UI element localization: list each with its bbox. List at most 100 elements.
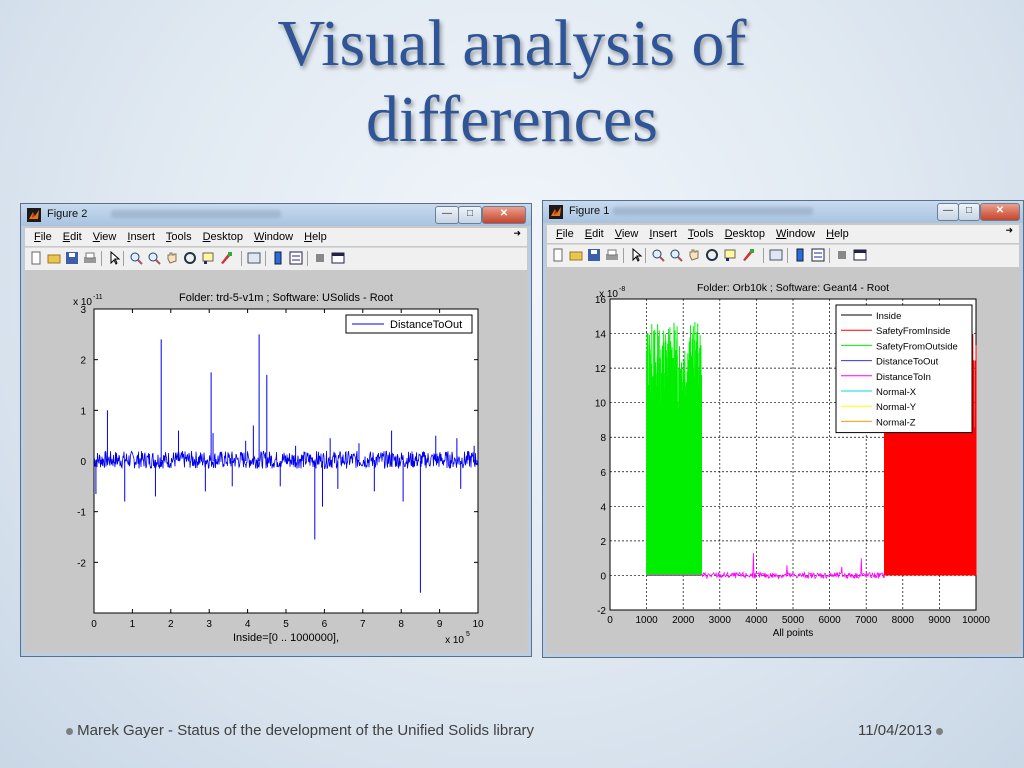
pointer-icon[interactable]	[629, 248, 643, 262]
window-titlebar[interactable]: Figure 1 — □ ✕	[543, 201, 1023, 223]
toolbar-separator	[645, 248, 646, 263]
hide-plot-tools-icon[interactable]	[835, 248, 849, 262]
maximize-button[interactable]: □	[958, 203, 980, 221]
y-tick-label: 0	[600, 571, 606, 582]
y-tick-label: -1	[77, 508, 86, 519]
y-tick-label: 2	[80, 356, 86, 367]
pan-icon[interactable]	[687, 248, 701, 262]
figure-window-2[interactable]: Figure 2 — □ ✕ File Edit View Insert Tools De…	[20, 203, 532, 657]
legend-label: DistanceToOut	[876, 357, 939, 368]
legend-box	[835, 304, 973, 434]
link-plot-icon[interactable]	[769, 248, 783, 262]
data-cursor-icon[interactable]	[723, 248, 737, 262]
matlab-icon	[27, 208, 41, 222]
y-tick-label: 6	[600, 468, 606, 479]
legend-icon[interactable]	[811, 248, 825, 262]
legend-label: SafetyFromInside	[876, 326, 950, 337]
hide-plot-tools-icon[interactable]	[313, 251, 327, 265]
blurred-tab-text	[613, 207, 813, 215]
menu-file[interactable]: File	[556, 225, 574, 243]
menu-insert[interactable]: Insert	[649, 225, 677, 243]
brush-icon[interactable]	[741, 248, 755, 262]
menu-help[interactable]: Help	[304, 228, 327, 246]
close-button[interactable]: ✕	[482, 206, 526, 224]
dock-arrow-icon[interactable]: ➜	[513, 228, 521, 239]
figure-window-1[interactable]: Figure 1 — □ ✕ File Edit View Insert Tools De…	[542, 200, 1024, 658]
menu-window[interactable]: Window	[776, 225, 815, 243]
legend-label: Normal-Y	[876, 402, 917, 413]
link-plot-icon[interactable]	[247, 251, 261, 265]
save-icon[interactable]	[587, 248, 601, 262]
minimize-button[interactable]: —	[937, 203, 959, 221]
save-icon[interactable]	[65, 251, 79, 265]
figure-toolbar	[547, 244, 1019, 268]
maximize-button[interactable]: □	[458, 206, 482, 224]
brush-icon[interactable]	[219, 251, 233, 265]
print-icon[interactable]	[83, 251, 97, 265]
y-multiplier-exp: -8	[619, 286, 625, 293]
new-file-icon[interactable]	[29, 251, 43, 265]
menu-help[interactable]: Help	[826, 225, 849, 243]
menu-window[interactable]: Window	[254, 228, 293, 246]
menu-tools[interactable]: Tools	[688, 225, 714, 243]
menu-tools[interactable]: Tools	[166, 228, 192, 246]
data-cursor-icon[interactable]	[201, 251, 215, 265]
series-line-safety-from-outside	[646, 322, 702, 576]
colorbar-icon[interactable]	[271, 251, 285, 265]
dock-arrow-icon[interactable]: ➜	[1005, 225, 1013, 236]
zoom-in-icon[interactable]	[651, 248, 665, 262]
show-plot-tools-icon[interactable]	[853, 248, 867, 262]
footer-right: 11/04/2013	[858, 722, 944, 739]
y-tick-label: 16	[595, 295, 607, 306]
x-tick-label: 8	[398, 619, 404, 630]
x-tick-label: 10	[472, 619, 484, 630]
x-tick-label: 4	[245, 619, 251, 630]
legend-icon[interactable]	[289, 251, 303, 265]
chart-title: Folder: trd-5-v1m ; Software: USolids - …	[179, 292, 393, 304]
menu-desktop[interactable]: Desktop	[203, 228, 243, 246]
x-axis-label: Inside=[0 .. 1000000],	[233, 632, 339, 644]
menu-edit[interactable]: Edit	[585, 225, 604, 243]
x-multiplier-exp: 5	[466, 631, 470, 638]
rotate-icon[interactable]	[183, 251, 197, 265]
y-tick-label: 8	[600, 433, 606, 444]
chart-right: Folder: Orb10k ; Software: Geant4 - Root…	[595, 282, 990, 639]
bullet-icon	[66, 727, 73, 735]
blurred-tab-text	[111, 210, 281, 218]
colorbar-icon[interactable]	[793, 248, 807, 262]
show-plot-tools-icon[interactable]	[331, 251, 345, 265]
open-folder-icon[interactable]	[47, 251, 61, 265]
menu-view[interactable]: View	[615, 225, 639, 243]
print-icon[interactable]	[605, 248, 619, 262]
x-tick-label: 0	[607, 615, 613, 626]
y-tick-label: 10	[595, 399, 607, 410]
y-tick-label: 3	[80, 305, 86, 316]
menu-bar: File Edit View Insert Tools Desktop Window Help…	[547, 225, 1019, 243]
toolbar-separator	[623, 248, 624, 263]
minimize-button[interactable]: —	[435, 206, 459, 224]
open-folder-icon[interactable]	[569, 248, 583, 262]
close-button[interactable]: ✕	[980, 203, 1020, 221]
zoom-in-icon[interactable]	[129, 251, 143, 265]
new-file-icon[interactable]	[551, 248, 565, 262]
rotate-icon[interactable]	[705, 248, 719, 262]
y-tick-label: -2	[77, 558, 86, 569]
legend-label: SafetyFromOutside	[876, 341, 958, 352]
legend-label: Normal-X	[876, 387, 917, 398]
slide-title-line1: Visual analysis of	[277, 7, 747, 80]
pointer-icon[interactable]	[107, 251, 121, 265]
menu-edit[interactable]: Edit	[63, 228, 82, 246]
zoom-out-icon[interactable]	[669, 248, 683, 262]
menu-view[interactable]: View	[93, 228, 117, 246]
x-tick-label: 5000	[782, 615, 805, 626]
x-tick-label: 4000	[745, 615, 768, 626]
pan-icon[interactable]	[165, 251, 179, 265]
bullet-icon	[936, 727, 944, 735]
menu-file[interactable]: File	[34, 228, 52, 246]
menu-insert[interactable]: Insert	[127, 228, 155, 246]
zoom-out-icon[interactable]	[147, 251, 161, 265]
x-tick-label: 1000	[635, 615, 658, 626]
window-titlebar[interactable]: Figure 2 — □ ✕	[21, 204, 531, 226]
menu-desktop[interactable]: Desktop	[725, 225, 765, 243]
x-tick-label: 5	[283, 619, 289, 630]
